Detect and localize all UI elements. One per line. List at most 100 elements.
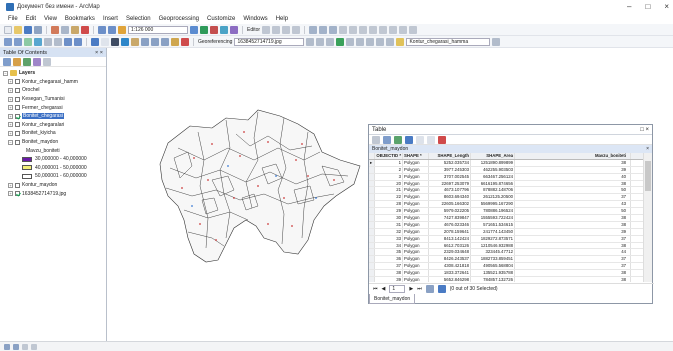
forward-extent-icon[interactable] bbox=[74, 37, 82, 46]
flip-icon[interactable] bbox=[386, 37, 395, 46]
viewer-icon[interactable] bbox=[356, 37, 365, 46]
fixed-zoom-in-icon[interactable] bbox=[44, 37, 52, 46]
sketch-properties-icon[interactable] bbox=[319, 25, 328, 34]
redo-icon[interactable] bbox=[108, 25, 116, 34]
table-cell[interactable]: 33 bbox=[375, 235, 403, 242]
table-cell[interactable]: 1555593.722424 bbox=[471, 215, 515, 221]
toc-item-raster[interactable]: + 1638452714719.jpg bbox=[0, 189, 106, 198]
column-header[interactable]: SHAPE * bbox=[403, 153, 429, 159]
table-cell[interactable]: 20 bbox=[375, 180, 403, 187]
table-row[interactable]: 32 Polygon 2078.159641 241774.143450 39 bbox=[369, 228, 644, 236]
tool-e-icon[interactable] bbox=[379, 25, 388, 34]
clear-selection-table-icon[interactable] bbox=[416, 135, 424, 144]
table-row[interactable]: 36 Polygon 8426.243537 1882733.859451 37 bbox=[369, 256, 644, 264]
toc-item-orochel[interactable]: + Orochel bbox=[0, 86, 106, 95]
table-cell[interactable]: 323445.47712 bbox=[471, 249, 515, 256]
column-header[interactable]: Mavzu_boniteti bbox=[515, 153, 631, 159]
table-row[interactable]: 30 Polygon 7427.839847 1555593.722424 38 bbox=[369, 215, 644, 222]
straight-segment-icon[interactable] bbox=[282, 25, 291, 34]
tool-f-icon[interactable] bbox=[389, 25, 398, 34]
table-cell[interactable]: 7427.839847 bbox=[429, 215, 471, 221]
shift-icon[interactable] bbox=[316, 37, 325, 46]
delete-selected-icon[interactable] bbox=[438, 135, 446, 144]
table-row[interactable]: 22 Polygon 8603.694340 2612125.20500 37 bbox=[369, 194, 644, 202]
table-row[interactable]: 21 Polygon 4673.107796 878882.148706 50 bbox=[369, 187, 644, 195]
tool-a-icon[interactable] bbox=[339, 25, 348, 34]
zoom-to-selected-icon[interactable] bbox=[427, 135, 435, 144]
table-cell[interactable]: 1251890.899899 bbox=[471, 159, 515, 166]
table-row[interactable]: 20 Polygon 22697.253079 6616195.874656 38 bbox=[369, 180, 644, 188]
map-scale-dropdown[interactable]: 1:126 000 bbox=[128, 25, 188, 34]
paste-icon[interactable] bbox=[71, 25, 79, 34]
toc-item-kontur-maydon[interactable]: + Kontur_maydon bbox=[0, 181, 106, 190]
table-cell[interactable]: Polygon bbox=[403, 173, 429, 180]
column-header[interactable]: OBJECTID * bbox=[375, 153, 403, 159]
table-cell[interactable]: 5652.846298 bbox=[429, 277, 471, 282]
table-cell[interactable]: 29 bbox=[375, 208, 403, 215]
select-features-icon[interactable] bbox=[91, 37, 99, 46]
menu-bookmarks[interactable]: Bookmarks bbox=[65, 16, 95, 22]
layer-icon[interactable] bbox=[396, 37, 405, 46]
table-layer-close-icon[interactable]: × bbox=[646, 146, 649, 152]
layer-visibility-checkbox[interactable] bbox=[15, 79, 20, 85]
layer-visibility-checkbox[interactable] bbox=[15, 113, 20, 119]
html-popup-icon[interactable] bbox=[161, 37, 169, 46]
search-window-icon[interactable] bbox=[220, 25, 228, 34]
open-folder-icon[interactable] bbox=[14, 25, 22, 34]
editor-toolbar-icon[interactable] bbox=[190, 25, 198, 34]
table-cell[interactable]: 38 bbox=[515, 277, 631, 282]
new-document-icon[interactable] bbox=[4, 25, 12, 34]
edit-tool-icon[interactable] bbox=[262, 25, 271, 34]
maximize-button[interactable]: □ bbox=[645, 2, 650, 11]
tool-d-icon[interactable] bbox=[369, 25, 378, 34]
table-cell[interactable]: Polygon bbox=[403, 159, 429, 166]
show-all-records-icon[interactable] bbox=[425, 284, 434, 293]
table-row[interactable]: 35 Polygon 2329.034648 323445.47712 44 bbox=[369, 249, 644, 257]
table-cell[interactable]: 3977.245303 bbox=[429, 166, 471, 173]
table-cell[interactable]: 37 bbox=[515, 256, 631, 263]
list-by-drawing-order-icon[interactable] bbox=[3, 57, 11, 66]
fixed-zoom-out-icon[interactable] bbox=[54, 37, 62, 46]
menu-insert[interactable]: Insert bbox=[103, 16, 118, 22]
table-cell[interactable]: 1833.372641 bbox=[429, 270, 471, 277]
table-cell[interactable]: 50 bbox=[515, 208, 631, 215]
table-cell[interactable]: 37 bbox=[515, 194, 631, 201]
zoom-out-icon[interactable] bbox=[14, 37, 22, 46]
georeferencing-menu[interactable]: Georeferencing bbox=[198, 39, 232, 45]
minimize-button[interactable]: – bbox=[627, 2, 631, 11]
table-cell[interactable]: Polygon bbox=[403, 277, 429, 282]
table-cell[interactable]: Polygon bbox=[403, 187, 429, 194]
create-features-icon[interactable] bbox=[329, 25, 338, 34]
toc-item-kontur-chegarasi-hamm[interactable]: + Kontur_chegarasi_hamm bbox=[0, 78, 106, 87]
table-cell[interactable]: 38 bbox=[515, 242, 631, 249]
table-cell[interactable]: 490565.568804 bbox=[471, 263, 515, 270]
table-row[interactable]: 33 Polygon 8413.142424 1829272.873571 37 bbox=[369, 235, 644, 243]
cut-icon[interactable] bbox=[51, 25, 59, 34]
data-view-icon[interactable] bbox=[4, 343, 10, 350]
table-cell[interactable]: Polygon bbox=[403, 235, 429, 242]
menu-geoprocessing[interactable]: Geoprocessing bbox=[159, 16, 199, 22]
layout-view-icon[interactable] bbox=[13, 343, 19, 350]
table-cell[interactable]: Polygon bbox=[403, 180, 429, 187]
toc-close-button[interactable]: × × bbox=[95, 50, 103, 56]
layer-visibility-checkbox[interactable] bbox=[15, 130, 20, 136]
table-row[interactable]: 29 Polygon 5979.022205 780886.196524 50 bbox=[369, 208, 644, 216]
table-cell[interactable]: 8426.243537 bbox=[429, 256, 471, 263]
toc-legend-class-3[interactable]: 50,000001 - 60,000000 bbox=[0, 172, 106, 181]
copy-icon[interactable] bbox=[61, 25, 69, 34]
close-button[interactable]: × bbox=[664, 2, 669, 11]
table-cell[interactable]: 50 bbox=[515, 187, 631, 194]
expand-icon[interactable]: + bbox=[8, 122, 13, 128]
table-row[interactable]: 34 Polygon 6612.703126 1210546.932988 38 bbox=[369, 242, 644, 250]
table-cell[interactable]: Polygon bbox=[403, 215, 429, 221]
table-cell[interactable]: 37 bbox=[375, 263, 403, 270]
editor-menu[interactable]: Editor bbox=[247, 27, 260, 33]
clear-selection-icon[interactable] bbox=[101, 37, 109, 46]
table-cell[interactable]: 2078.159641 bbox=[429, 228, 471, 235]
column-header[interactable]: SHAPE_Area bbox=[471, 153, 515, 159]
table-cell[interactable]: 3707.002545 bbox=[429, 173, 471, 180]
table-cell[interactable]: 37 bbox=[515, 263, 631, 270]
menu-view[interactable]: View bbox=[44, 16, 57, 22]
table-cell[interactable]: 38 bbox=[515, 270, 631, 277]
toc-item-kesegan-tumanisi[interactable]: + Kesegan_Tumanisi bbox=[0, 95, 106, 104]
